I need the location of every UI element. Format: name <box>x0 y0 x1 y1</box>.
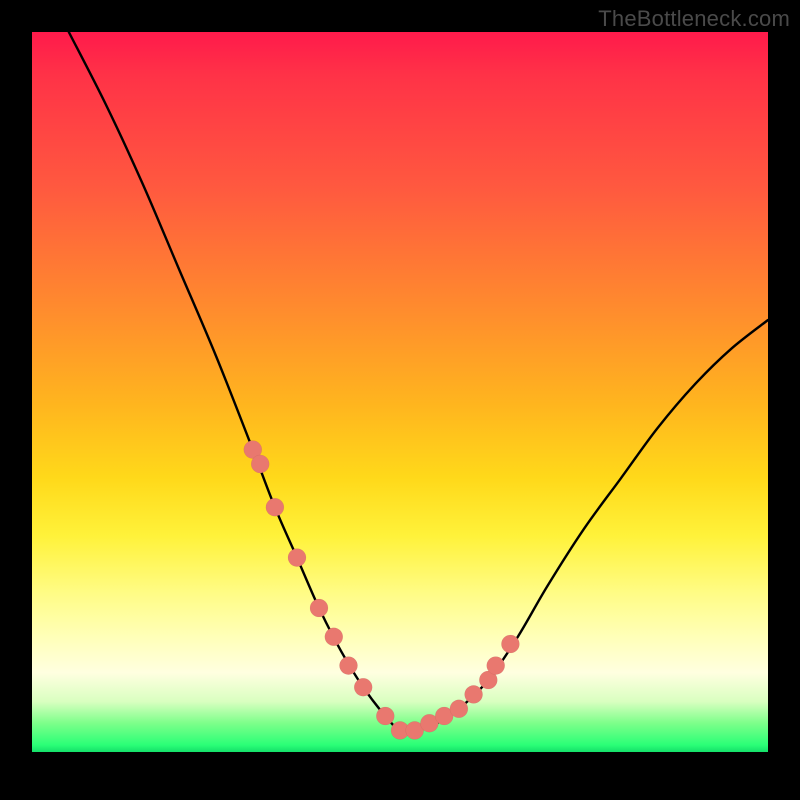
bead-point <box>501 635 519 653</box>
bead-point <box>325 628 343 646</box>
bead-point <box>376 707 394 725</box>
chart-frame: TheBottleneck.com <box>0 0 800 800</box>
bead-point <box>310 599 328 617</box>
bead-point <box>266 498 284 516</box>
bead-layer <box>244 441 520 740</box>
bead-point <box>354 678 372 696</box>
bead-point <box>340 657 358 675</box>
bottleneck-curve <box>69 32 768 732</box>
bead-point <box>288 549 306 567</box>
bead-point <box>465 685 483 703</box>
bead-point <box>450 700 468 718</box>
curve-layer <box>32 32 768 752</box>
bead-point <box>251 455 269 473</box>
bead-point <box>487 657 505 675</box>
watermark-text: TheBottleneck.com <box>598 6 790 32</box>
plot-area <box>32 32 768 752</box>
